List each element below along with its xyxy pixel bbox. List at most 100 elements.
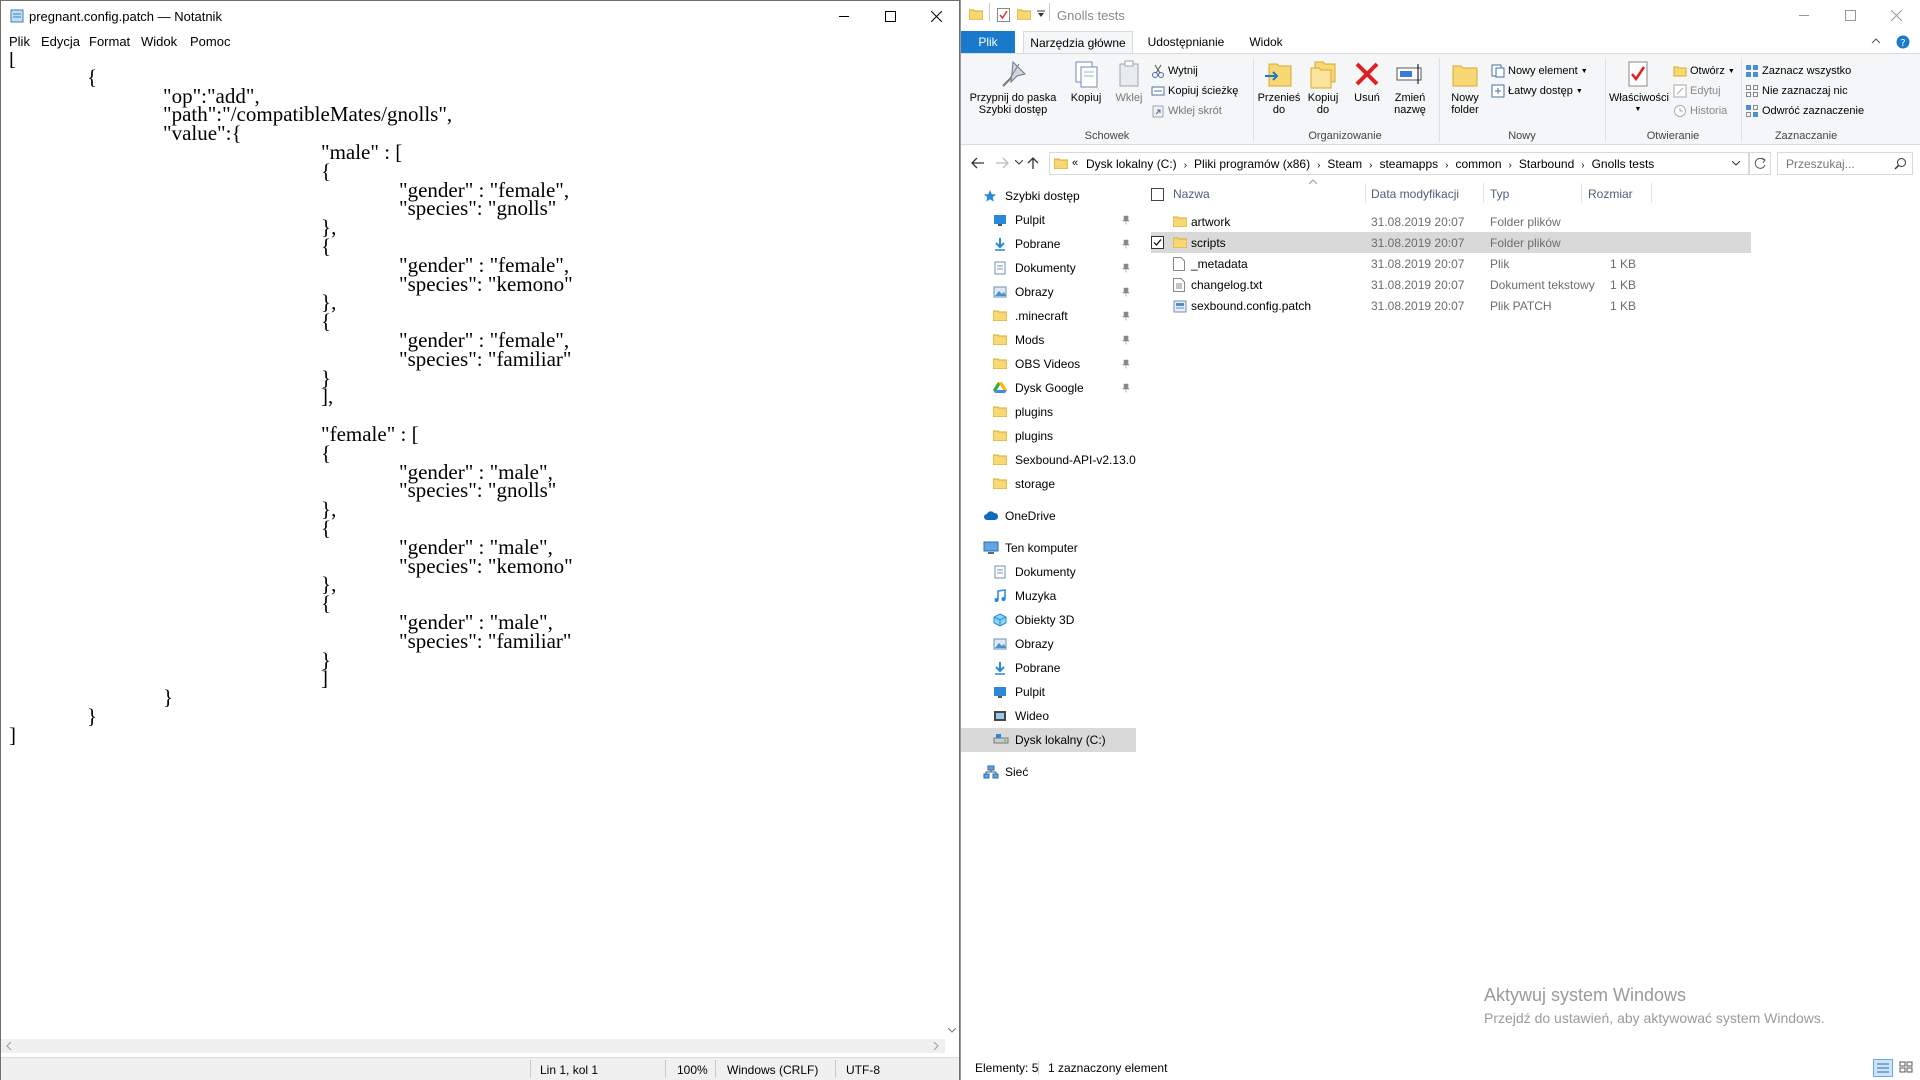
scroll-left-arrow-icon[interactable] — [6, 1042, 12, 1050]
file-row[interactable]: scripts 31.08.2019 20:07 Folder plików — [1151, 232, 1751, 253]
nav-item[interactable]: Wideo — [961, 704, 1136, 728]
up-arrow-icon[interactable] — [1027, 156, 1039, 170]
paste-button[interactable]: Wklej — [1109, 58, 1149, 104]
search-icon[interactable] — [1894, 157, 1907, 170]
column-name[interactable]: Nazwa — [1173, 187, 1210, 201]
delete-button[interactable]: Usuń — [1347, 58, 1387, 104]
menu-edycja[interactable]: Edycja — [41, 34, 80, 49]
pin-icon[interactable] — [1121, 335, 1130, 345]
minimize-button[interactable] — [821, 1, 867, 32]
select-all-button[interactable]: Zaznacz wszystko — [1745, 64, 1851, 78]
breadcrumb-separator-icon[interactable]: › — [1317, 160, 1320, 171]
menu-format[interactable]: Format — [89, 34, 130, 49]
file-row[interactable]: sexbound.config.patch 31.08.2019 20:07 Pli… — [1151, 295, 1751, 316]
new-folder-quick-icon[interactable] — [1017, 8, 1031, 20]
explorer-titlebar[interactable]: Gnolls tests — [961, 0, 1920, 31]
cut-button[interactable]: Wytnij — [1151, 64, 1198, 78]
nav-item[interactable]: Dokumenty — [961, 256, 1136, 280]
column-type[interactable]: Typ — [1490, 187, 1509, 201]
nav-item[interactable]: Sexbound-API-v2.13.0 — [961, 448, 1136, 472]
copy-to-button[interactable]: Kopiuj do — [1301, 58, 1345, 116]
maximize-button[interactable] — [1827, 0, 1873, 31]
properties-quick-icon[interactable] — [997, 8, 1010, 22]
open-button[interactable]: Otwórz ▼ — [1673, 64, 1735, 78]
scroll-down-arrow-icon[interactable] — [948, 1028, 956, 1034]
address-bar[interactable]: « Dysk lokalny (C:) › Pliki programów (x86… — [1049, 152, 1749, 175]
file-row[interactable]: artwork 31.08.2019 20:07 Folder plików — [1151, 211, 1751, 232]
menu-widok[interactable]: Widok — [141, 34, 177, 49]
easy-access-button[interactable]: Łatwy dostęp ▼ — [1491, 84, 1583, 98]
nav-item[interactable]: Ten komputer — [961, 536, 1136, 560]
pin-icon[interactable] — [1121, 215, 1130, 225]
breadcrumb-item[interactable]: Gnolls tests — [1592, 157, 1655, 171]
nav-item[interactable]: Muzyka — [961, 584, 1136, 608]
move-to-button[interactable]: Przenieś do — [1257, 58, 1301, 116]
minimize-button[interactable] — [1781, 0, 1827, 31]
overflow-chevron-icon[interactable]: « — [1072, 157, 1078, 169]
nav-item[interactable]: Pobrane — [961, 656, 1136, 680]
nav-item[interactable]: Dokumenty — [961, 560, 1136, 584]
recent-locations-chevron-icon[interactable] — [1015, 160, 1023, 166]
invert-selection-button[interactable]: Odwróć zaznaczenie — [1745, 104, 1864, 118]
nav-item[interactable]: Pulpit — [961, 680, 1136, 704]
new-folder-button[interactable]: Nowy folder — [1443, 58, 1487, 116]
ribbon-expand-icon[interactable] — [1871, 37, 1881, 45]
nav-item[interactable]: Dysk lokalny (C:) — [961, 728, 1136, 752]
refresh-button[interactable] — [1749, 152, 1771, 175]
details-view-button[interactable] — [1873, 1059, 1893, 1077]
pin-icon[interactable] — [1121, 359, 1130, 369]
nav-item[interactable]: OBS Videos — [961, 352, 1136, 376]
vertical-scrollbar[interactable] — [945, 52, 959, 1046]
forward-arrow-icon[interactable] — [995, 157, 1009, 169]
pin-icon[interactable] — [1121, 287, 1130, 297]
close-button[interactable] — [913, 1, 959, 32]
breadcrumb-item[interactable]: Pliki programów (x86) — [1194, 157, 1310, 171]
breadcrumb-separator-icon[interactable]: › — [1184, 160, 1187, 171]
new-item-button[interactable]: Nowy element ▼ — [1491, 64, 1588, 78]
nav-item[interactable]: .minecraft — [961, 304, 1136, 328]
back-arrow-icon[interactable] — [971, 157, 985, 169]
nav-item[interactable]: plugins — [961, 400, 1136, 424]
properties-button[interactable]: Właściwości ▼ — [1609, 58, 1669, 116]
nav-item[interactable]: Mods — [961, 328, 1136, 352]
menu-pomoc[interactable]: Pomoc — [190, 34, 230, 49]
breadcrumb-item[interactable]: steamapps — [1379, 157, 1438, 171]
column-date[interactable]: Data modyfikacji — [1371, 187, 1459, 201]
pin-quick-access-button[interactable]: Przypnij do paska Szybki dostęp — [965, 58, 1061, 116]
nav-item[interactable]: Pobrane — [961, 232, 1136, 256]
customize-toolbar-icon[interactable] — [1037, 10, 1045, 18]
breadcrumb-separator-icon[interactable]: › — [1509, 160, 1512, 171]
pin-icon[interactable] — [1121, 263, 1130, 273]
paste-shortcut-button[interactable]: Wklej skrót — [1151, 104, 1222, 118]
nav-item[interactable]: Obiekty 3D — [961, 608, 1136, 632]
nav-item[interactable]: Dysk Google — [961, 376, 1136, 400]
nav-item[interactable]: plugins — [961, 424, 1136, 448]
tab-view[interactable]: Widok — [1241, 31, 1291, 53]
breadcrumb-separator-icon[interactable]: › — [1581, 160, 1584, 171]
nav-item[interactable]: OneDrive — [961, 504, 1136, 528]
select-all-checkbox[interactable] — [1151, 188, 1164, 201]
pin-icon[interactable] — [1121, 311, 1130, 321]
copy-button[interactable]: Kopiuj — [1065, 58, 1107, 104]
file-row[interactable]: changelog.txt 31.08.2019 20:07 Dokument te… — [1151, 274, 1751, 295]
rename-button[interactable]: Zmień nazwę — [1387, 58, 1433, 116]
large-icons-view-button[interactable] — [1897, 1059, 1915, 1075]
search-box[interactable]: Przeszukaj... — [1777, 152, 1913, 175]
breadcrumb-separator-icon[interactable]: › — [1369, 160, 1372, 171]
breadcrumb-item[interactable]: Steam — [1327, 157, 1362, 171]
notepad-text-area[interactable]: [{"op":"add", "path":"/compatibleMates/gn… — [1, 52, 945, 1046]
pin-icon[interactable] — [1121, 383, 1130, 393]
copy-path-button[interactable]: Kopiuj ścieżkę — [1151, 84, 1238, 98]
nav-item[interactable]: Pulpit — [961, 208, 1136, 232]
nav-item[interactable]: Obrazy — [961, 280, 1136, 304]
horizontal-scrollbar[interactable] — [1, 1039, 945, 1053]
nav-item[interactable]: Sieć — [961, 760, 1136, 784]
close-button[interactable] — [1873, 0, 1919, 31]
breadcrumb-separator-icon[interactable]: › — [1445, 160, 1448, 171]
tab-home[interactable]: Narzędzia główne — [1023, 31, 1133, 53]
select-none-button[interactable]: Nie zaznaczaj nic — [1745, 84, 1848, 98]
pin-icon[interactable] — [1121, 239, 1130, 249]
nav-item[interactable]: storage — [961, 472, 1136, 496]
nav-item[interactable]: Szybki dostęp — [961, 184, 1136, 208]
maximize-button[interactable] — [867, 1, 913, 32]
